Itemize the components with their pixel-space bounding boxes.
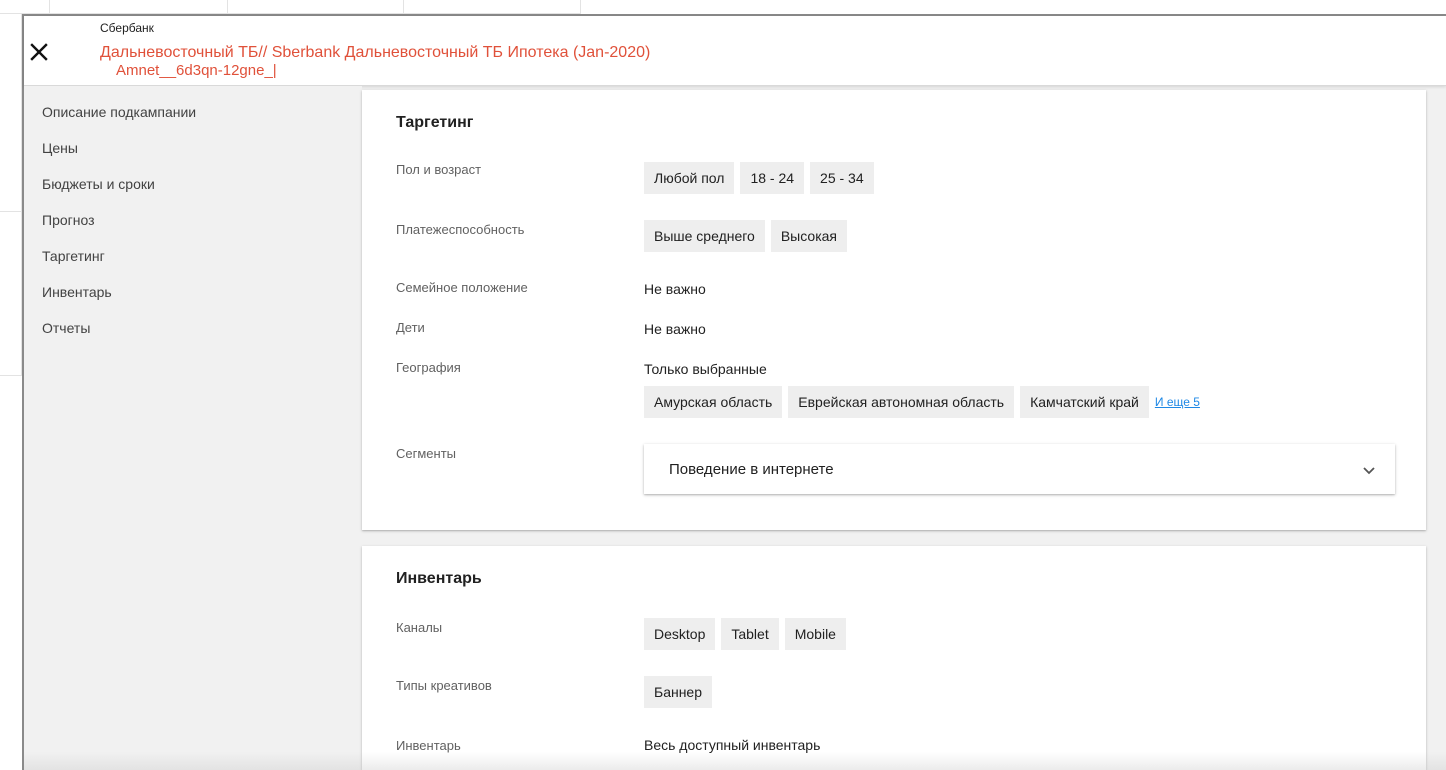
- geography-more-link[interactable]: И еще 5: [1155, 395, 1200, 409]
- sidebar-item-prices[interactable]: Цены: [42, 140, 78, 156]
- family-value: Не важно: [644, 281, 706, 297]
- campaign-title: Дальневосточный ТБ// Sberbank Дальневост…: [100, 44, 651, 61]
- chip: Высокая: [770, 220, 847, 252]
- subcampaign-modal: Сбербанк Дальневосточный ТБ// Sberbank Д…: [24, 16, 1446, 770]
- family-label: Семейное положение: [396, 280, 528, 295]
- chip: Mobile: [784, 618, 846, 650]
- bg-cell: [0, 212, 22, 376]
- modal-header: Сбербанк Дальневосточный ТБ// Sberbank Д…: [24, 16, 1446, 86]
- chip: Еврейская автономная область: [788, 386, 1015, 418]
- targeting-title: Таргетинг: [396, 114, 474, 131]
- geography-chips: Амурская область Еврейская автономная об…: [644, 386, 1200, 418]
- sidebar-item-reports[interactable]: Отчеты: [42, 320, 90, 336]
- channels-label: Каналы: [396, 620, 443, 635]
- segments-label: Сегменты: [396, 446, 457, 461]
- sidebar-item-targeting[interactable]: Таргетинг: [42, 248, 105, 264]
- close-button[interactable]: [28, 41, 50, 63]
- campaign-subtitle: Amnet__6d3qn-12gne_|: [116, 62, 277, 79]
- solvency-label: Платежеспособность: [396, 222, 525, 237]
- inventory-title: Инвентарь: [396, 570, 482, 587]
- creative-types-label: Типы креативов: [396, 678, 492, 693]
- bg-cell: [0, 0, 50, 14]
- solvency-chips: Выше среднего Высокая: [644, 220, 847, 252]
- sidebar-item-budgets[interactable]: Бюджеты и сроки: [42, 176, 155, 192]
- sidebar-item-forecast[interactable]: Прогноз: [42, 212, 95, 228]
- geography-value: Только выбранные: [644, 361, 767, 377]
- bg-cell: [0, 14, 22, 212]
- targeting-card: Таргетинг Пол и возраст Любой пол 18 - 2…: [362, 90, 1426, 530]
- sidebar-nav: Описание подкампании Цены Бюджеты и срок…: [24, 86, 362, 770]
- inventory-card: Инвентарь Каналы Desktop Tablet Mobile Т…: [362, 546, 1426, 770]
- inventory-label: Инвентарь: [396, 738, 461, 753]
- chip: 25 - 34: [810, 162, 874, 194]
- inventory-value: Весь доступный инвентарь: [644, 737, 821, 753]
- sidebar-item-description[interactable]: Описание подкампании: [42, 104, 196, 120]
- bg-cell: [228, 0, 404, 14]
- creative-types-chips: Баннер: [644, 676, 713, 708]
- chip: Desktop: [644, 618, 716, 650]
- chip: Баннер: [644, 676, 713, 708]
- company-name: Сбербанк: [100, 21, 154, 35]
- geography-label: География: [396, 360, 461, 375]
- gender-age-label: Пол и возраст: [396, 162, 482, 177]
- segments-expansion-panel[interactable]: Поведение в интернете: [644, 444, 1395, 494]
- chip: Амурская область: [644, 386, 783, 418]
- chip: 18 - 24: [740, 162, 805, 194]
- gender-age-chips: Любой пол 18 - 24 25 - 34: [644, 162, 874, 194]
- bottom-fade: [24, 752, 1446, 770]
- chip: Камчатский край: [1020, 386, 1149, 418]
- chip: Выше среднего: [644, 220, 765, 252]
- sidebar-item-inventory[interactable]: Инвентарь: [42, 284, 112, 300]
- chip: Tablet: [721, 618, 779, 650]
- chevron-down-icon: [1363, 467, 1375, 475]
- channels-chips: Desktop Tablet Mobile: [644, 618, 846, 650]
- chip: Любой пол: [644, 162, 735, 194]
- close-icon: [30, 43, 48, 61]
- children-label: Дети: [396, 320, 425, 335]
- bg-cell: [404, 0, 581, 14]
- children-value: Не важно: [644, 321, 706, 337]
- bg-cell: [50, 0, 228, 14]
- segment-panel-title: Поведение в интернете: [669, 461, 834, 478]
